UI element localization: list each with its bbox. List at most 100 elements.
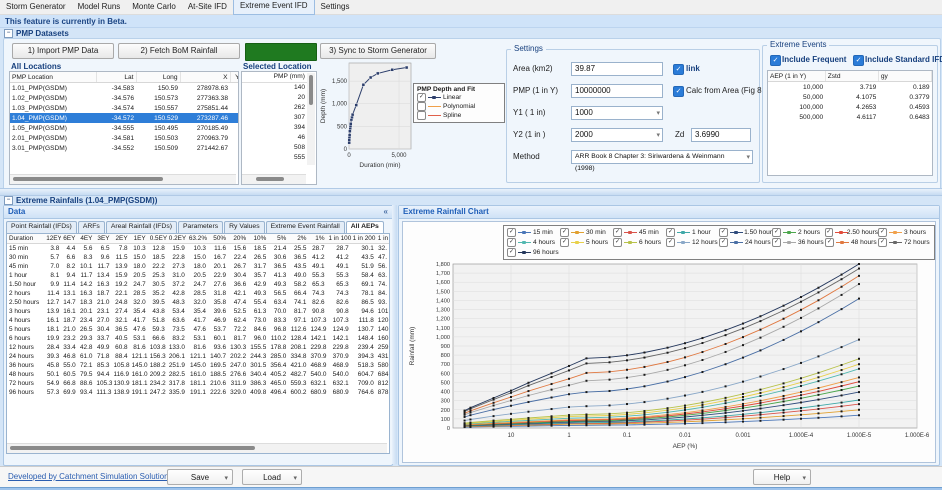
legend-entry-72-hours[interactable]: ✓72 hours	[878, 238, 931, 247]
pmp-1-in-y-input[interactable]: 10000000	[571, 84, 663, 98]
column-header-zstd[interactable]: Zstd	[825, 71, 878, 82]
column-header-1-in-200[interactable]: 1 in 200	[351, 234, 376, 244]
area-input[interactable]: 39.87	[571, 62, 663, 76]
import-pmp-data-button[interactable]: 1) Import PMP Data	[12, 43, 114, 59]
legend-checkbox[interactable]: ✓	[666, 238, 675, 247]
legend-entry-6-hours[interactable]: ✓6 hours	[613, 238, 666, 247]
aep-row-1-hour[interactable]: 1 hour8.19.411.713.415.920.525.331.020.5…	[7, 271, 389, 280]
vertical-splitter[interactable]	[392, 205, 397, 464]
legend-entry-2-hours[interactable]: ✓2 hours	[772, 228, 825, 237]
collapse-icon[interactable]: −	[4, 196, 13, 205]
load-dropdown[interactable]: Load	[242, 469, 302, 485]
legend-checkbox[interactable]: ✓	[507, 228, 516, 237]
legend-entry-36-hours[interactable]: ✓36 hours	[772, 238, 825, 247]
aep-row-45-min[interactable]: 45 min7.08.210.111.713.918.022.227.318.0…	[7, 262, 389, 271]
column-header-2ey[interactable]: 2EY	[112, 234, 130, 244]
location-row-1-01-pmp-gsdm[interactable]: 1.01_PMP(GSDM)-34.583150.59278978.63	[10, 83, 239, 94]
pmp-value-row[interactable]: 508	[242, 143, 307, 153]
aep-row-96-hours[interactable]: 96 hours57.369.993.4111.3138.9191.1247.2…	[7, 388, 389, 397]
aep-row-48-hours[interactable]: 48 hours50.160.579.594.4116.9161.0209.22…	[7, 370, 389, 379]
legend-checkbox[interactable]: ✓	[878, 228, 887, 237]
column-header-x[interactable]: X	[180, 72, 230, 83]
all-locations-hscrollbar[interactable]	[10, 174, 236, 184]
location-row-3-01-pmp-gsdm[interactable]: 3.01_PMP(GSDM)-34.552150.509271442.67	[10, 143, 239, 153]
pmp-value-row[interactable]: 555	[242, 153, 307, 163]
column-header-1-in[interactable]: 1 in	[376, 234, 389, 244]
aep-row-30-min[interactable]: 30 min5.76.68.39.611.515.018.522.815.016…	[7, 253, 389, 262]
column-header-2[interactable]: 2%	[288, 234, 308, 244]
legend-entry-1-50-hour[interactable]: ✓1.50 hour	[719, 228, 772, 237]
legend-entry-spline[interactable]: Spline	[417, 111, 501, 120]
aep-row-24-hours[interactable]: 24 hours39.346.861.071.888.4121.1156.320…	[7, 352, 389, 361]
aep-row-3-hours[interactable]: 3 hours13.916.120.123.127.435.443.853.43…	[7, 307, 389, 316]
location-row-1-02-pmp-gsdm[interactable]: 1.02_PMP(GSDM)-34.576150.573277363.38	[10, 93, 239, 103]
column-header-6ey[interactable]: 6EY	[61, 234, 77, 244]
menu-item-settings[interactable]: Settings	[315, 0, 356, 14]
extreme-event-row[interactable]: 50,0004.10750.3779	[768, 92, 932, 102]
legend-entry-3-hours[interactable]: ✓3 hours	[878, 228, 931, 237]
legend-checkbox[interactable]: ✓	[772, 228, 781, 237]
aep-row-5-hours[interactable]: 5 hours18.121.026.530.436.547.659.373.54…	[7, 325, 389, 334]
menu-item-extreme-event-ifd[interactable]: Extreme Event IFD	[233, 0, 315, 15]
legend-checkbox[interactable]: ✓	[560, 238, 569, 247]
legend-checkbox[interactable]: ✓	[613, 228, 622, 237]
legend-entry-polynomial[interactable]: Polynomial	[417, 102, 501, 111]
legend-checkbox[interactable]: ✓	[772, 238, 781, 247]
aep-row-72-hours[interactable]: 72 hours54.966.888.6105.3130.9181.1234.2…	[7, 379, 389, 388]
menu-item-storm-generator[interactable]: Storm Generator	[0, 0, 72, 14]
location-row-1-04-pmp-gsdm[interactable]: 1.04_PMP(GSDM)-34.572150.529273287.46	[10, 113, 239, 123]
link-checkbox[interactable]: ✓	[673, 64, 684, 75]
extreme-event-row[interactable]: 100,0004.26530.4593	[768, 102, 932, 112]
extreme-event-row[interactable]: 10,0003.7190.189	[768, 82, 932, 93]
legend-checkbox[interactable]: ✓	[666, 228, 675, 237]
column-header-63-2[interactable]: 63.2%	[187, 234, 208, 244]
aep-row-1-50-hour[interactable]: 1.50 hour9.911.414.216.319.224.730.537.2…	[7, 280, 389, 289]
legend-checkbox[interactable]: ✓	[878, 238, 887, 247]
column-header-5[interactable]: 5%	[268, 234, 288, 244]
legend-checkbox[interactable]: ✓	[613, 238, 622, 247]
legend-checkbox[interactable]: ✓	[825, 228, 833, 237]
legend-checkbox[interactable]: ✓	[507, 238, 516, 247]
column-header-10[interactable]: 10%	[248, 234, 268, 244]
legend-checkbox[interactable]: ✓	[719, 228, 728, 237]
column-header-4ey[interactable]: 4EY	[77, 234, 94, 244]
legend-entry-48-hours[interactable]: ✓48 hours	[825, 238, 878, 247]
legend-entry-24-hours[interactable]: ✓24 hours	[719, 238, 772, 247]
legend-checkbox[interactable]	[417, 111, 426, 120]
method-select[interactable]: ARR Book 8 Chapter 3: Siriwardena & Wein…	[571, 150, 753, 164]
column-header-0-5ey[interactable]: 0.5EY	[148, 234, 167, 244]
pmp-value-row[interactable]: 262	[242, 103, 307, 113]
horizontal-splitter[interactable]	[0, 188, 942, 196]
selected-location-list[interactable]: PMP (mm)1402026230739446508555	[241, 71, 317, 185]
pmp-datasets-header[interactable]: − PMP Datasets	[4, 29, 69, 38]
legend-entry-12-hours[interactable]: ✓12 hours	[666, 238, 719, 247]
column-header-gy[interactable]: gy	[878, 71, 931, 82]
column-header-pmp-mm[interactable]: PMP (mm)	[242, 72, 307, 83]
aep-table-area[interactable]: Duration12EY6EY4EY3EY2EY1EY0.5EY0.2EY63.…	[6, 233, 390, 454]
y2-select[interactable]: 2000	[571, 128, 663, 142]
legend-checkbox[interactable]	[417, 102, 426, 111]
selected-location-vscrollbar[interactable]	[307, 73, 315, 165]
help-dropdown[interactable]: Help	[753, 469, 811, 485]
column-header-pmp-location[interactable]: PMP Location	[10, 72, 96, 83]
legend-entry-45-min[interactable]: ✓45 min	[613, 228, 666, 237]
aep-row-36-hours[interactable]: 36 hours45.855.072.185.3105.8145.0188.22…	[7, 361, 389, 370]
column-header-duration[interactable]: Duration	[7, 234, 44, 244]
aep-row-15-min[interactable]: 15 min3.84.45.66.57.810.312.815.910.311.…	[7, 244, 389, 254]
extreme-rainfalls-header[interactable]: − Extreme Rainfalls (1.04_PMP(GSDM))	[4, 196, 157, 205]
location-row-1-03-pmp-gsdm[interactable]: 1.03_PMP(GSDM)-34.574150.557275851.44	[10, 103, 239, 113]
legend-entry-15-min[interactable]: ✓15 min	[507, 228, 560, 237]
developer-link[interactable]: Developed by Catchment Simulation Soluti…	[8, 472, 173, 481]
column-header-1-in-100[interactable]: 1 in 100	[327, 234, 351, 244]
collapse-icon[interactable]: −	[4, 29, 13, 38]
pmp-value-row[interactable]: 20	[242, 93, 307, 103]
menu-item-model-runs[interactable]: Model Runs	[72, 0, 127, 14]
include-standard-ifds-checkbox[interactable]: ✓	[853, 55, 864, 66]
pmp-value-row[interactable]: 140	[242, 83, 307, 93]
extreme-event-row[interactable]: 500,0004.61170.6483	[768, 112, 932, 122]
aep-row-2-50-hours[interactable]: 2.50 hours12.714.718.321.024.832.039.548…	[7, 298, 389, 307]
aep-row-2-hours[interactable]: 2 hours11.413.116.318.722.128.535.242.82…	[7, 289, 389, 298]
column-header-0-2ey[interactable]: 0.2EY	[167, 234, 187, 244]
y1-select[interactable]: 1000	[571, 106, 663, 120]
column-header-aep-1-in-y[interactable]: AEP (1 in Y)	[768, 71, 825, 82]
